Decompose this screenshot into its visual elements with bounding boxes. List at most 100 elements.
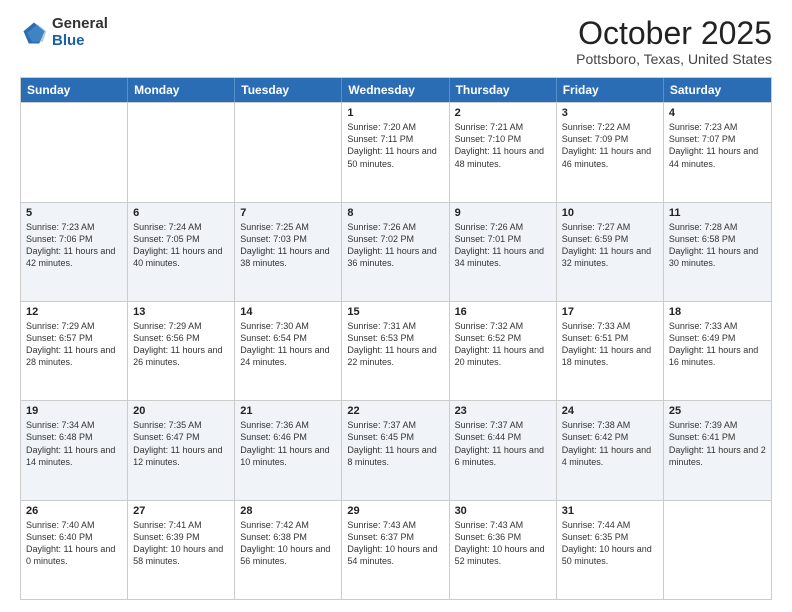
day-number: 1: [347, 107, 443, 119]
calendar-cell: 29 Sunrise: 7:43 AM Sunset: 6:37 PM Dayli…: [342, 501, 449, 599]
day-detail: Sunrise: 7:30 AM Sunset: 6:54 PM Dayligh…: [240, 320, 336, 369]
day-number: 21: [240, 405, 336, 417]
day-number: 4: [669, 107, 766, 119]
day-detail: Sunrise: 7:29 AM Sunset: 6:57 PM Dayligh…: [26, 320, 122, 369]
calendar-cell: 2 Sunrise: 7:21 AM Sunset: 7:10 PM Daylig…: [450, 103, 557, 201]
day-detail: Sunrise: 7:21 AM Sunset: 7:10 PM Dayligh…: [455, 121, 551, 170]
day-number: 6: [133, 207, 229, 219]
calendar: SundayMondayTuesdayWednesdayThursdayFrid…: [20, 77, 772, 600]
calendar-row: 12 Sunrise: 7:29 AM Sunset: 6:57 PM Dayli…: [21, 301, 771, 400]
calendar-row: 19 Sunrise: 7:34 AM Sunset: 6:48 PM Dayli…: [21, 400, 771, 499]
day-detail: Sunrise: 7:31 AM Sunset: 6:53 PM Dayligh…: [347, 320, 443, 369]
day-detail: Sunrise: 7:44 AM Sunset: 6:35 PM Dayligh…: [562, 519, 658, 568]
logo-icon: [20, 19, 48, 47]
day-number: 19: [26, 405, 122, 417]
weekday-header: Monday: [128, 78, 235, 102]
calendar-cell: 12 Sunrise: 7:29 AM Sunset: 6:57 PM Dayli…: [21, 302, 128, 400]
calendar-cell: 3 Sunrise: 7:22 AM Sunset: 7:09 PM Daylig…: [557, 103, 664, 201]
calendar-cell: [128, 103, 235, 201]
day-detail: Sunrise: 7:20 AM Sunset: 7:11 PM Dayligh…: [347, 121, 443, 170]
day-detail: Sunrise: 7:29 AM Sunset: 6:56 PM Dayligh…: [133, 320, 229, 369]
day-number: 25: [669, 405, 766, 417]
calendar-cell: 23 Sunrise: 7:37 AM Sunset: 6:44 PM Dayli…: [450, 401, 557, 499]
day-detail: Sunrise: 7:39 AM Sunset: 6:41 PM Dayligh…: [669, 419, 766, 468]
day-detail: Sunrise: 7:32 AM Sunset: 6:52 PM Dayligh…: [455, 320, 551, 369]
calendar-cell: 9 Sunrise: 7:26 AM Sunset: 7:01 PM Daylig…: [450, 203, 557, 301]
day-detail: Sunrise: 7:23 AM Sunset: 7:07 PM Dayligh…: [669, 121, 766, 170]
weekday-header: Sunday: [21, 78, 128, 102]
calendar-cell: 16 Sunrise: 7:32 AM Sunset: 6:52 PM Dayli…: [450, 302, 557, 400]
day-detail: Sunrise: 7:25 AM Sunset: 7:03 PM Dayligh…: [240, 221, 336, 270]
day-detail: Sunrise: 7:33 AM Sunset: 6:49 PM Dayligh…: [669, 320, 766, 369]
day-number: 3: [562, 107, 658, 119]
calendar-cell: 26 Sunrise: 7:40 AM Sunset: 6:40 PM Dayli…: [21, 501, 128, 599]
day-number: 2: [455, 107, 551, 119]
day-number: 9: [455, 207, 551, 219]
calendar-cell: 7Sunrise: 7:25 AM Sunset: 7:03 PM Daylig…: [235, 203, 342, 301]
day-detail: Sunrise: 7:35 AM Sunset: 6:47 PM Dayligh…: [133, 419, 229, 468]
day-number: 26: [26, 505, 122, 517]
calendar-row: 1 Sunrise: 7:20 AM Sunset: 7:11 PM Daylig…: [21, 102, 771, 201]
calendar-cell: 6Sunrise: 7:24 AM Sunset: 7:05 PM Daylig…: [128, 203, 235, 301]
weekday-header: Tuesday: [235, 78, 342, 102]
calendar-cell: 5 Sunrise: 7:23 AM Sunset: 7:06 PM Daylig…: [21, 203, 128, 301]
day-number: 29: [347, 505, 443, 517]
day-detail: Sunrise: 7:37 AM Sunset: 6:45 PM Dayligh…: [347, 419, 443, 468]
day-number: 20: [133, 405, 229, 417]
day-number: 30: [455, 505, 551, 517]
header-right: October 2025 Pottsboro, Texas, United St…: [576, 16, 772, 67]
header: General Blue October 2025 Pottsboro, Tex…: [20, 16, 772, 67]
day-number: 17: [562, 306, 658, 318]
calendar-row: 26 Sunrise: 7:40 AM Sunset: 6:40 PM Dayli…: [21, 500, 771, 599]
day-number: 15: [347, 306, 443, 318]
calendar-cell: 19 Sunrise: 7:34 AM Sunset: 6:48 PM Dayli…: [21, 401, 128, 499]
calendar-cell: 11Sunrise: 7:28 AM Sunset: 6:58 PM Dayli…: [664, 203, 771, 301]
day-number: 18: [669, 306, 766, 318]
day-detail: Sunrise: 7:37 AM Sunset: 6:44 PM Dayligh…: [455, 419, 551, 468]
day-detail: Sunrise: 7:40 AM Sunset: 6:40 PM Dayligh…: [26, 519, 122, 568]
calendar-cell: 20 Sunrise: 7:35 AM Sunset: 6:47 PM Dayli…: [128, 401, 235, 499]
calendar-cell: 17 Sunrise: 7:33 AM Sunset: 6:51 PM Dayli…: [557, 302, 664, 400]
day-number: 12: [26, 306, 122, 318]
day-number: 10: [562, 207, 658, 219]
logo-text: General Blue: [52, 16, 108, 49]
day-number: 14: [240, 306, 336, 318]
day-detail: Sunrise: 7:36 AM Sunset: 6:46 PM Dayligh…: [240, 419, 336, 468]
day-number: 31: [562, 505, 658, 517]
day-detail: Sunrise: 7:26 AM Sunset: 7:01 PM Dayligh…: [455, 221, 551, 270]
day-number: 22: [347, 405, 443, 417]
calendar-cell: 30Sunrise: 7:43 AM Sunset: 6:36 PM Dayli…: [450, 501, 557, 599]
calendar-cell: 27 Sunrise: 7:41 AM Sunset: 6:39 PM Dayli…: [128, 501, 235, 599]
calendar-cell: 31 Sunrise: 7:44 AM Sunset: 6:35 PM Dayli…: [557, 501, 664, 599]
day-detail: Sunrise: 7:33 AM Sunset: 6:51 PM Dayligh…: [562, 320, 658, 369]
day-number: 28: [240, 505, 336, 517]
day-detail: Sunrise: 7:34 AM Sunset: 6:48 PM Dayligh…: [26, 419, 122, 468]
day-detail: Sunrise: 7:28 AM Sunset: 6:58 PM Dayligh…: [669, 221, 766, 270]
calendar-cell: 21 Sunrise: 7:36 AM Sunset: 6:46 PM Dayli…: [235, 401, 342, 499]
calendar-body: 1 Sunrise: 7:20 AM Sunset: 7:11 PM Daylig…: [21, 102, 771, 599]
day-detail: Sunrise: 7:43 AM Sunset: 6:37 PM Dayligh…: [347, 519, 443, 568]
calendar-cell: 24Sunrise: 7:38 AM Sunset: 6:42 PM Dayli…: [557, 401, 664, 499]
logo: General Blue: [20, 16, 108, 49]
day-detail: Sunrise: 7:41 AM Sunset: 6:39 PM Dayligh…: [133, 519, 229, 568]
day-detail: Sunrise: 7:26 AM Sunset: 7:02 PM Dayligh…: [347, 221, 443, 270]
day-number: 23: [455, 405, 551, 417]
day-number: 16: [455, 306, 551, 318]
day-detail: Sunrise: 7:38 AM Sunset: 6:42 PM Dayligh…: [562, 419, 658, 468]
day-number: 27: [133, 505, 229, 517]
calendar-cell: 25 Sunrise: 7:39 AM Sunset: 6:41 PM Dayli…: [664, 401, 771, 499]
calendar-row: 5 Sunrise: 7:23 AM Sunset: 7:06 PM Daylig…: [21, 202, 771, 301]
logo-blue-text: Blue: [52, 33, 108, 50]
calendar-cell: 1 Sunrise: 7:20 AM Sunset: 7:11 PM Daylig…: [342, 103, 449, 201]
day-detail: Sunrise: 7:22 AM Sunset: 7:09 PM Dayligh…: [562, 121, 658, 170]
calendar-cell: 4 Sunrise: 7:23 AM Sunset: 7:07 PM Daylig…: [664, 103, 771, 201]
day-detail: Sunrise: 7:27 AM Sunset: 6:59 PM Dayligh…: [562, 221, 658, 270]
day-detail: Sunrise: 7:23 AM Sunset: 7:06 PM Dayligh…: [26, 221, 122, 270]
page: General Blue October 2025 Pottsboro, Tex…: [0, 0, 792, 612]
calendar-cell: [235, 103, 342, 201]
calendar-cell: 28Sunrise: 7:42 AM Sunset: 6:38 PM Dayli…: [235, 501, 342, 599]
day-number: 5: [26, 207, 122, 219]
calendar-cell: 15 Sunrise: 7:31 AM Sunset: 6:53 PM Dayli…: [342, 302, 449, 400]
weekday-header: Friday: [557, 78, 664, 102]
calendar-cell: 14 Sunrise: 7:30 AM Sunset: 6:54 PM Dayli…: [235, 302, 342, 400]
